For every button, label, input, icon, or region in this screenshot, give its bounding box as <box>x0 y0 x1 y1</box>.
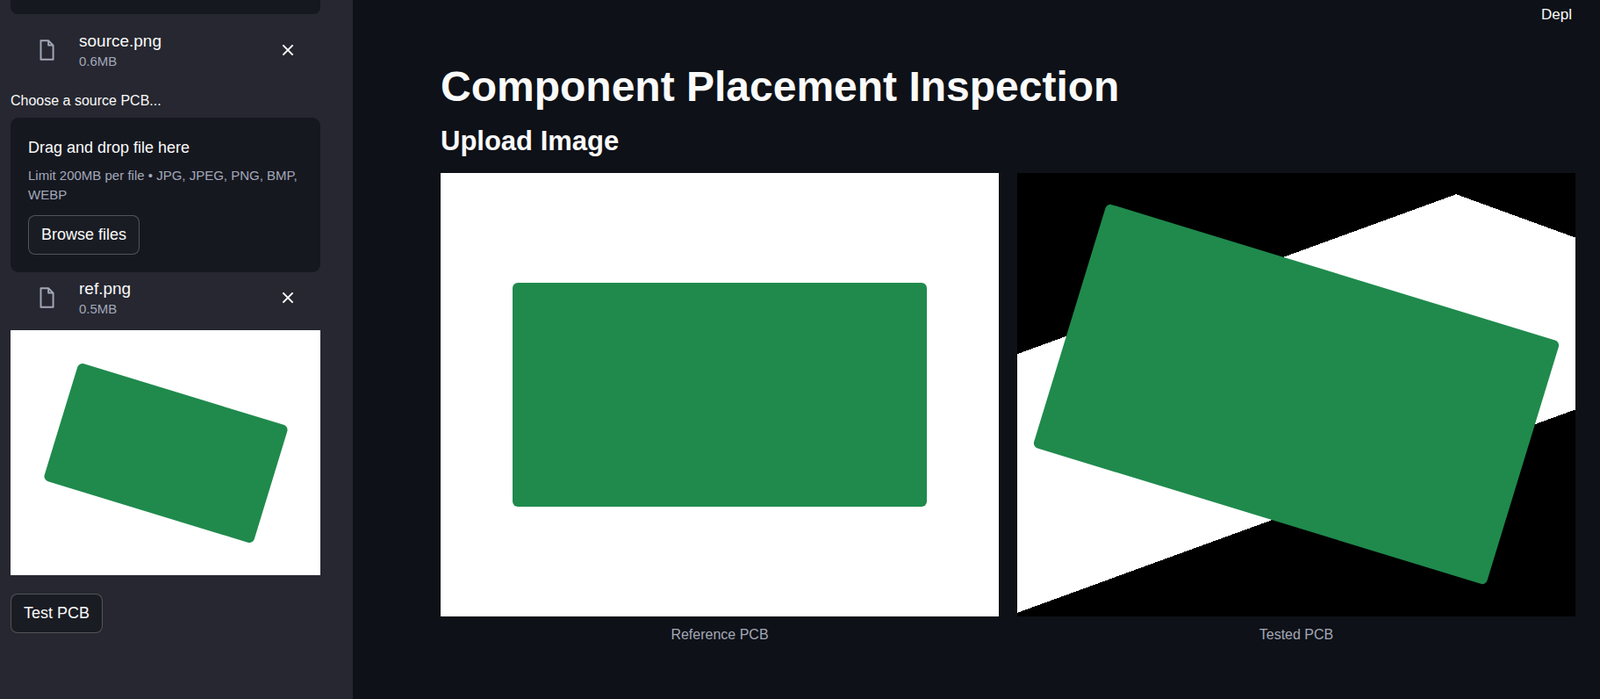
dropzone-limit: Limit 200MB per file • JPG, JPEG, PNG, B… <box>28 165 303 205</box>
dropzone[interactable]: Drag and drop file here Limit 200MB per f… <box>10 117 321 273</box>
pcb-image <box>1017 172 1576 617</box>
file-item: source.png0.6MB <box>10 24 321 76</box>
close-icon[interactable] <box>279 42 296 58</box>
dropzone-title: Drag and drop file here <box>28 138 303 158</box>
sidebar: source.png0.6MB Choose a source PCB... Dra… <box>0 0 353 699</box>
uploader-label: Choose a source PCB... <box>10 93 321 109</box>
app: source.png0.6MB Choose a source PCB... Dra… <box>0 0 1600 699</box>
image-figure: Reference PCB <box>440 172 999 643</box>
subheading: Upload Image <box>440 124 1576 158</box>
file-name: source.png <box>78 29 259 53</box>
image-caption: Reference PCB <box>440 626 999 643</box>
image-figure: Tested PCB <box>1017 172 1576 643</box>
page-title: Component Placement Inspection <box>440 61 1576 113</box>
file-size: 0.6MB <box>78 52 259 71</box>
file-item: ref.png0.5MB <box>10 272 321 323</box>
pcb-image <box>440 172 999 617</box>
file-icon <box>35 38 58 62</box>
file-name: ref.png <box>78 277 259 301</box>
test-pcb-button[interactable]: Test PCB <box>10 593 103 633</box>
pcb-photo <box>42 361 288 544</box>
browse-button[interactable]: Browse files <box>28 215 140 255</box>
file-size: 0.5MB <box>78 300 259 318</box>
pcb-board <box>512 282 927 507</box>
uploader-top-card <box>10 0 321 15</box>
header: Depl <box>440 0 1576 30</box>
main: Depl Component Placement Inspection Upload… <box>352 0 1600 699</box>
preview-image <box>10 330 321 575</box>
image-grid: Reference PCB Tested PCB <box>440 172 1576 643</box>
close-icon[interactable] <box>279 289 296 306</box>
deploy-button[interactable]: Depl <box>1541 6 1572 24</box>
file-icon <box>35 286 58 309</box>
image-caption: Tested PCB <box>1017 626 1576 643</box>
pcb-board <box>1032 203 1560 586</box>
